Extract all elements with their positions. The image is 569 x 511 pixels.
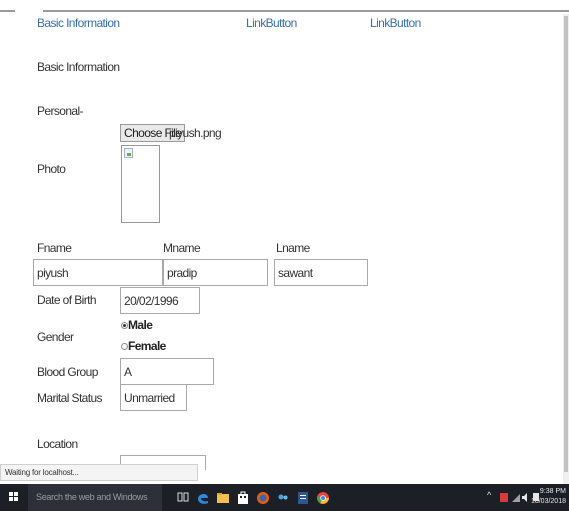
task-view-icon[interactable]	[176, 490, 190, 505]
link-basic-information[interactable]: Basic Information	[37, 16, 120, 30]
vertical-scrollbar[interactable]: ▾	[563, 14, 569, 490]
lname-input[interactable]	[274, 259, 368, 286]
volume-tray-icon[interactable]	[521, 490, 531, 505]
section-title: Basic Information	[37, 60, 120, 74]
file-explorer-icon[interactable]	[216, 490, 230, 505]
link-button-1[interactable]: LinkButton	[246, 16, 297, 30]
taskbar: Search the web and Windows ^ 9:38 PM 18/…	[0, 484, 569, 511]
edge-icon[interactable]	[196, 490, 210, 505]
clock-time: 9:38 PM	[539, 488, 566, 495]
gender-male-radio[interactable]	[121, 322, 128, 329]
lname-label: Lname	[276, 241, 310, 255]
clock-date: 18/03/2018	[530, 498, 566, 505]
photo-label: Photo	[37, 162, 66, 176]
firefox-icon[interactable]	[256, 490, 270, 505]
chrome-icon[interactable]	[316, 490, 330, 505]
word-icon[interactable]	[296, 490, 310, 505]
fname-label: Fname	[37, 241, 72, 255]
location-label: Location	[37, 437, 78, 451]
start-button[interactable]	[0, 484, 28, 511]
dob-input[interactable]	[120, 287, 200, 314]
scroll-thumb[interactable]	[564, 16, 568, 472]
selected-file-name: piyush.png	[169, 126, 222, 140]
fname-input[interactable]	[33, 259, 163, 286]
link-button-2[interactable]: LinkButton	[370, 16, 421, 30]
mname-input[interactable]	[163, 259, 268, 286]
windows-logo-icon	[9, 492, 19, 502]
top-border-line	[0, 10, 569, 12]
security-tray-icon[interactable]	[499, 490, 509, 505]
gender-male-label[interactable]: Male	[128, 318, 153, 332]
web-page: Basic Information LinkButton LinkButton …	[0, 0, 569, 470]
search-placeholder: Search the web and Windows	[36, 492, 148, 502]
people-icon[interactable]	[276, 490, 290, 505]
taskbar-search-box[interactable]: Search the web and Windows	[28, 484, 162, 511]
marital-status-input[interactable]	[120, 384, 187, 411]
status-bubble: Waiting for localhost...	[0, 464, 198, 481]
photo-preview	[121, 145, 160, 223]
gender-female-label[interactable]: Female	[128, 339, 166, 353]
blood-group-label: Blood Group	[37, 365, 98, 379]
marital-status-label: Marital Status	[37, 391, 103, 405]
mname-label: Mname	[163, 241, 201, 255]
gender-label: Gender	[37, 330, 74, 344]
blood-group-input[interactable]	[120, 358, 214, 385]
broken-image-icon	[124, 148, 133, 158]
gender-female-radio[interactable]	[121, 343, 128, 350]
network-tray-icon[interactable]	[511, 490, 521, 505]
dob-label: Date of Birth	[37, 293, 97, 307]
personal-label: Personal-	[37, 104, 84, 118]
taskbar-clock[interactable]: 9:38 PM 18/03/2018	[531, 487, 566, 507]
active-tab-indicator	[15, 9, 43, 13]
tray-chevron-icon[interactable]: ^	[487, 490, 491, 500]
store-icon[interactable]	[236, 490, 250, 505]
